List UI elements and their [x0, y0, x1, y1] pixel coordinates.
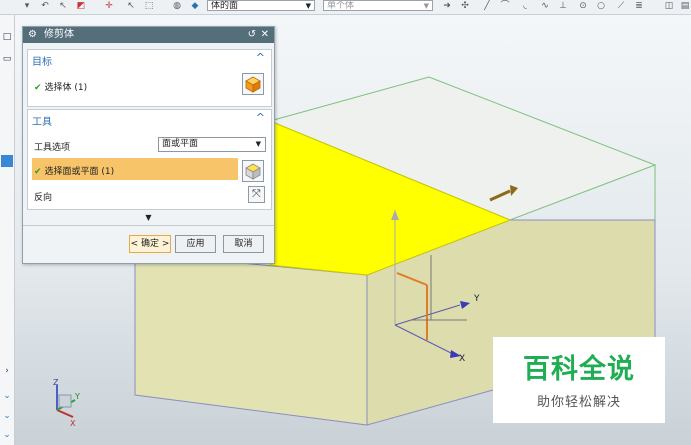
active-tab-icon[interactable] — [1, 155, 13, 167]
triad-z-label: Z — [53, 378, 59, 387]
part-icon[interactable]: ▭ — [1, 53, 13, 65]
tool-option-select[interactable]: 面或平面 ▼ — [158, 137, 266, 152]
line-icon[interactable]: ╱ — [482, 1, 492, 11]
face-cube-icon — [245, 163, 261, 180]
body-filter-value: 单个体 — [327, 1, 355, 11]
collapse-icon[interactable]: ^ — [256, 51, 265, 64]
pointer-icon[interactable]: ↖ — [126, 1, 136, 11]
tool-option-value: 面或平面 — [162, 139, 199, 149]
y-axis-label: Y — [473, 294, 480, 304]
body-icon[interactable]: ◆ — [190, 1, 200, 11]
reverse-direction-button[interactable]: ⤧ — [248, 186, 265, 203]
chevron-down-icon[interactable]: ⌄ — [1, 390, 13, 402]
face-filter-value: 体的面 — [211, 1, 239, 11]
cube-icon — [245, 76, 261, 93]
spline-icon[interactable]: ∿ — [540, 1, 550, 11]
select-body-label: 选择体 (1) — [44, 83, 88, 93]
check-icon: ✔ — [34, 83, 42, 93]
tangent-icon[interactable]: ⊥ — [558, 1, 568, 11]
reset-icon[interactable]: ↺ — [248, 27, 256, 43]
target-section: 目标 ^ ✔ 选择体 (1) — [27, 49, 272, 107]
tool-heading[interactable]: 工具 — [32, 113, 52, 128]
check-icon: ✔ — [34, 167, 42, 177]
snap-icon[interactable]: ◩ — [76, 1, 86, 11]
body-filter-dropdown[interactable]: 单个体 ▼ — [323, 0, 433, 11]
target-heading[interactable]: 目标 — [32, 53, 52, 68]
chevron-down-icon: ▼ — [255, 140, 261, 148]
undo-icon[interactable]: ↶ — [40, 1, 50, 11]
close-icon[interactable]: ✕ — [261, 27, 269, 43]
chevron-down-icon: ▼ — [305, 2, 311, 10]
view-triad[interactable]: Z X Y — [53, 378, 80, 428]
top-toolbar: ▾ ↶ ↖ ◩ ✛ ↖ ⬚ ◍ ◆ 体的面 ▼ 单个体 ▼ ➜ ✣ ╱ ⌒ ◟ … — [0, 0, 691, 15]
intersection-icon[interactable]: ⟋ — [616, 1, 626, 11]
x-axis-label: X — [459, 354, 465, 364]
ok-button[interactable]: < 确定 > — [129, 235, 171, 253]
face-filter-dropdown[interactable]: 体的面 ▼ — [207, 0, 315, 11]
select-face-row[interactable]: ✔ 选择面或平面 (1) — [32, 158, 238, 180]
resource-bar: □ ▭ › ⌄ ⌄ ⌄ — [0, 15, 15, 445]
chevron-down-icon: ▼ — [145, 213, 152, 222]
select-body-row[interactable]: ✔ 选择体 (1) — [34, 80, 87, 93]
cancel-button[interactable]: 取消 — [223, 235, 264, 253]
reverse-label: 反向 — [34, 193, 53, 203]
arc-icon[interactable]: ◟ — [520, 1, 530, 11]
navigator-icon[interactable]: □ — [1, 31, 13, 43]
watermark-title: 百科全说 — [523, 354, 635, 385]
dropdown-arrow-icon[interactable]: ▾ — [22, 1, 32, 11]
select-face-label: 选择面或平面 (1) — [44, 167, 115, 177]
gear-icon[interactable]: ⚙ — [28, 27, 37, 43]
scroll-right-icon[interactable]: › — [1, 365, 13, 377]
watermark-subtitle: 助你轻松解决 — [536, 395, 621, 410]
circle-icon[interactable]: ○ — [596, 1, 606, 11]
arrow-icon[interactable]: ➜ — [442, 1, 452, 11]
tool-option-label: 工具选项 — [34, 143, 71, 153]
curve-icon[interactable]: ⌒ — [500, 1, 510, 11]
chevron-down-icon[interactable]: ⌄ — [1, 410, 13, 422]
view-icon[interactable]: ◫ — [664, 1, 674, 11]
dialog-title-bar[interactable]: ⚙ 修剪体 ↺ ✕ — [23, 27, 274, 43]
dialog-title: 修剪体 — [44, 29, 74, 40]
show-more-toggle[interactable]: ▼ — [23, 213, 274, 226]
body-front-face — [134, 252, 368, 426]
layout-icon[interactable]: ▤ — [680, 1, 690, 11]
center-icon[interactable]: ⊙ — [578, 1, 588, 11]
chevron-down-icon[interactable]: ⌄ — [1, 429, 13, 441]
select-face-button[interactable] — [242, 160, 264, 182]
apply-button[interactable]: 应用 — [175, 235, 216, 253]
box-select-icon[interactable]: ⬚ — [144, 1, 154, 11]
trim-body-dialog: ⚙ 修剪体 ↺ ✕ 目标 ^ ✔ 选择体 (1) 工具 ^ 工具选项 面或平面 ▼ — [22, 26, 275, 264]
point-icon[interactable]: ✛ — [104, 1, 114, 11]
filter-icon[interactable]: ◍ — [172, 1, 182, 11]
watermark: 百科全说 助你轻松解决 — [493, 337, 665, 423]
triad-y-label: Y — [74, 392, 80, 401]
triad-x-label: X — [70, 419, 76, 428]
collapse-icon[interactable]: ^ — [256, 111, 265, 124]
select-icon[interactable]: ↖ — [58, 1, 68, 11]
select-body-button[interactable] — [242, 73, 264, 95]
flip-arrows-icon: ⤧ — [252, 187, 261, 200]
chevron-down-icon: ▼ — [423, 2, 429, 10]
list-icon[interactable]: ≣ — [634, 1, 644, 11]
snap-point-icon[interactable]: ✣ — [460, 1, 470, 11]
tool-section: 工具 ^ 工具选项 面或平面 ▼ ✔ 选择面或平面 (1) 反向 ⤧ — [27, 109, 272, 210]
